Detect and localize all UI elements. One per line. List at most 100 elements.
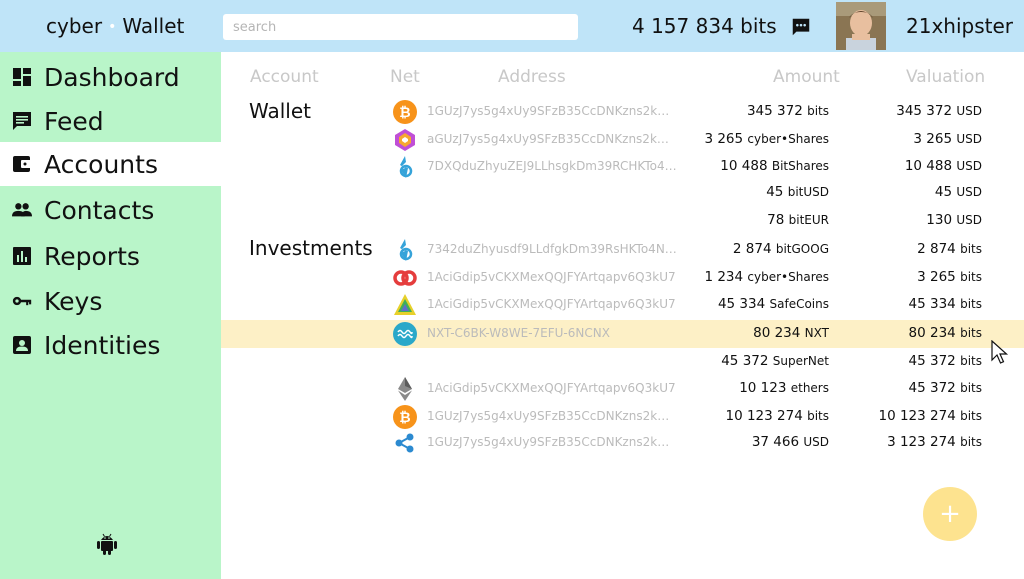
amount-value: 37 466 USD (751, 434, 829, 450)
valuation-value: 2 874 bits (917, 241, 982, 257)
table-row[interactable]: 1AciGdip5vCKXMexQQJFYArtqapv6Q3kU7 10 12… (221, 375, 1024, 403)
amount-value: 45 334 SafeCoins (717, 296, 829, 312)
column-header-net[interactable]: Net (390, 67, 420, 87)
sidebar-item-label: Dashboard (44, 62, 180, 92)
table-row[interactable]: 7DXQduZhyuZEJ9LLhsgkDm39RCHKTo4Nfc... 10… (221, 153, 1024, 181)
account-address: 1AciGdip5vCKXMexQQJFYArtqapv6Q3kU7 (427, 270, 676, 284)
valuation-value: 3 265 USD (913, 131, 982, 147)
bitshares-icon (399, 239, 413, 261)
sidebar-item-reports[interactable]: Reports (0, 234, 221, 278)
valuation-value: 45 372 bits (908, 353, 982, 369)
identity-icon (13, 336, 31, 354)
column-header-account[interactable]: Account (250, 67, 319, 87)
table-row[interactable]: 1AciGdip5vCKXMexQQJFYArtqapv6Q3kU7 45 33… (221, 291, 1024, 319)
account-address: 1GUzJ7ys5g4xUy9SFzB35CcDNKzns2kGG8 (427, 435, 677, 449)
sidebar: Dashboard Feed Accounts Contacts Reports (0, 52, 221, 579)
account-address: 1AciGdip5vCKXMexQQJFYArtqapv6Q3kU7 (427, 297, 676, 311)
valuation-value: 45 372 bits (908, 380, 982, 396)
top-bar: cyber • Wallet 4 157 834 bits 21xhipster (0, 0, 1024, 52)
reports-icon (13, 247, 31, 265)
safecoin-icon (394, 294, 416, 315)
sidebar-item-label: Accounts (44, 149, 158, 179)
account-address: 7DXQduZhyuZEJ9LLhsgkDm39RCHKTo4Nfc... (427, 159, 677, 173)
sidebar-item-identities[interactable]: Identities (0, 323, 221, 367)
sidebar-item-label: Identities (44, 330, 161, 360)
amount-value: 78 bitEUR (767, 212, 829, 228)
valuation-value: 345 372 USD (896, 103, 982, 119)
column-header-valuation[interactable]: Valuation (906, 67, 985, 87)
valuation-value: 3 265 bits (917, 269, 982, 285)
avatar-photo (836, 2, 886, 50)
brand-wallet: Wallet (122, 14, 185, 38)
search-input[interactable] (223, 14, 578, 40)
bitcoin-icon: ₿ (393, 405, 417, 429)
chat-icon[interactable] (790, 16, 812, 38)
valuation-value: 10 488 USD (904, 158, 982, 174)
brand-separator: • (108, 19, 117, 35)
amount-value: 345 372 bits (746, 103, 829, 119)
valuation-value: 10 123 274 bits (878, 408, 982, 424)
table-row[interactable]: 45 372 SuperNet 45 372 bits (221, 348, 1024, 376)
wallet-icon (13, 156, 31, 172)
key-icon (12, 296, 32, 306)
amount-value: 80 234 NXT (753, 325, 829, 341)
amount-value: 1 234 cyber•Shares (704, 269, 829, 285)
account-address: 7342duZhyusdf9LLdfgkDm39RsHKTo4Nfc... (427, 242, 677, 256)
table-row[interactable]: NXT-C6BK-W8WE-7EFU-6NCNX 80 234 NXT 80 2… (221, 320, 1024, 348)
valuation-value: 80 234 bits (908, 325, 982, 341)
valuation-value: 45 334 bits (908, 296, 982, 312)
amount-value: 2 874 bitGOOG (732, 241, 829, 257)
column-header-amount[interactable]: Amount (773, 67, 840, 87)
avatar[interactable] (836, 2, 886, 50)
account-address: NXT-C6BK-W8WE-7EFU-6NCNX (427, 326, 610, 340)
valuation-value: 45 USD (934, 184, 982, 200)
amount-value: 10 123 274 bits (725, 408, 829, 424)
sidebar-item-keys[interactable]: Keys (0, 279, 221, 323)
dashboard-icon (13, 68, 31, 86)
account-address: 1AciGdip5vCKXMexQQJFYArtqapv6Q3kU7 (427, 381, 676, 395)
amount-value: 3 265 cyber•Shares (704, 131, 829, 147)
sidebar-item-accounts[interactable]: Accounts (0, 142, 221, 186)
feed-icon (13, 112, 31, 130)
nxt-icon (393, 322, 417, 346)
android-icon[interactable] (96, 532, 118, 556)
ethereum-icon (398, 377, 412, 401)
table-row[interactable]: aGUzJ7ys5g4xUy9SFzB35CcDNKzns2kGG8 3 265… (221, 126, 1024, 154)
sidebar-item-label: Contacts (44, 195, 155, 225)
amount-value: 10 123 ethers (739, 380, 829, 396)
table-row[interactable]: ₿ 1GUzJ7ys5g4xUy9SFzB35CcDNKzns2kGG8 10 … (221, 403, 1024, 431)
amount-value: 10 488 BitShares (720, 158, 829, 174)
account-address: 1GUzJ7ys5g4xUy9SFzB35CcDNKzns2kGG8 (427, 104, 677, 118)
account-address: aGUzJ7ys5g4xUy9SFzB35CcDNKzns2kGG8 (427, 132, 677, 146)
add-account-button[interactable]: + (923, 487, 977, 541)
bitcoin-icon: ₿ (393, 100, 417, 124)
amount-value: 45 372 SuperNet (721, 353, 829, 369)
sidebar-item-dashboard[interactable]: Dashboard (0, 55, 221, 99)
amount-value: 45 bitUSD (766, 184, 829, 200)
sidebar-item-label: Feed (44, 106, 104, 136)
svg-text:₿: ₿ (399, 105, 410, 121)
account-address: 1GUzJ7ys5g4xUy9SFzB35CcDNKzns2kGG8 (427, 409, 677, 423)
valuation-value: 3 123 274 bits (887, 434, 982, 450)
sidebar-item-label: Reports (44, 241, 140, 271)
svg-text:₿: ₿ (399, 410, 410, 426)
mouse-cursor-icon (991, 340, 1009, 364)
table-row[interactable]: 45 bitUSD 45 USD (221, 179, 1024, 207)
ripple-icon (395, 433, 414, 453)
brand-cyber: cyber (46, 14, 103, 38)
cybershares-icon (395, 129, 415, 151)
bitshares-icon (399, 156, 413, 178)
column-header-address[interactable]: Address (498, 67, 566, 87)
table-row[interactable]: 1AciGdip5vCKXMexQQJFYArtqapv6Q3kU7 1 234… (221, 264, 1024, 292)
sidebar-item-label: Keys (44, 286, 103, 316)
cyber-link-icon (393, 270, 417, 286)
sidebar-item-contacts[interactable]: Contacts (0, 188, 221, 232)
table-row[interactable]: ₿ 1GUzJ7ys5g4xUy9SFzB35CcDNKzns2kGG8 345… (221, 98, 1024, 126)
username[interactable]: 21xhipster (906, 14, 1013, 38)
table-row[interactable]: 78 bitEUR 130 USD (221, 207, 1024, 235)
table-row[interactable]: 7342duZhyusdf9LLdfgkDm39RsHKTo4Nfc... 2 … (221, 236, 1024, 264)
table-row[interactable]: 1GUzJ7ys5g4xUy9SFzB35CcDNKzns2kGG8 37 46… (221, 429, 1024, 457)
sidebar-item-feed[interactable]: Feed (0, 99, 221, 143)
app-brand[interactable]: cyber • Wallet (46, 14, 184, 38)
contacts-icon (12, 203, 32, 217)
